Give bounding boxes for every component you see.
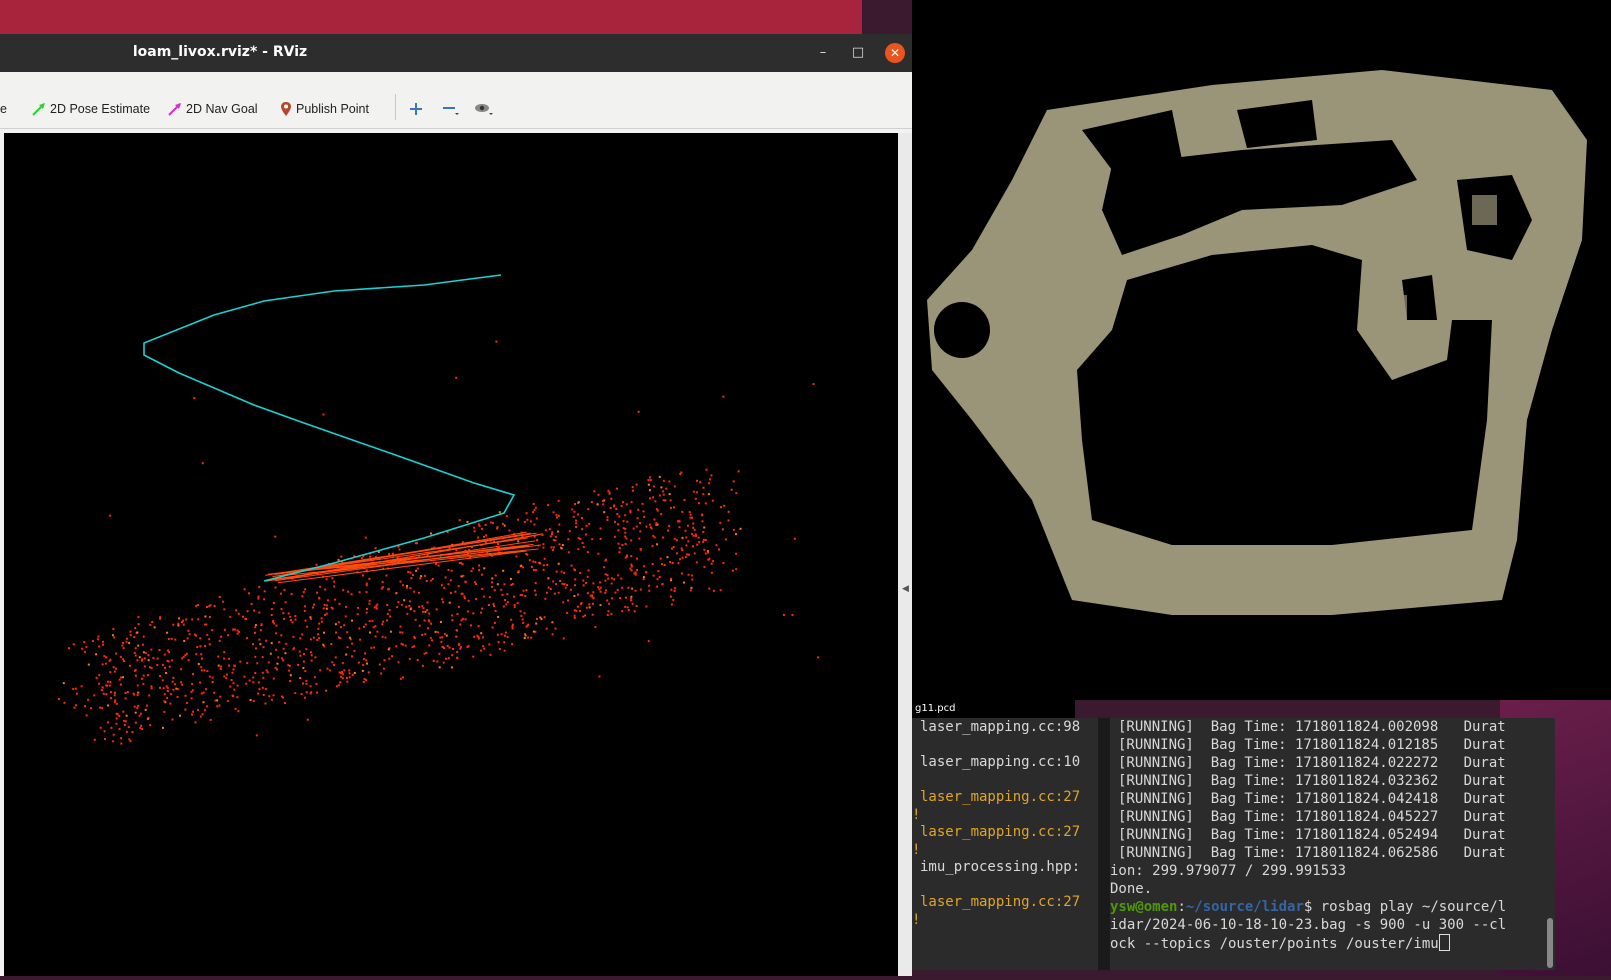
terminal-divider — [1098, 718, 1110, 970]
minimize-button[interactable]: – — [813, 43, 833, 63]
pose-estimate-tool[interactable]: 2D Pose Estimate — [32, 98, 150, 120]
map-pin-icon — [281, 102, 291, 116]
point-cloud-render — [57, 274, 820, 745]
maximize-button[interactable]: □ — [848, 43, 868, 63]
add-tool-button[interactable] — [409, 98, 423, 120]
nav-goal-tool[interactable]: 2D Nav Goal — [168, 98, 258, 120]
side-panel-strip[interactable] — [898, 133, 912, 976]
pose-estimate-label: 2D Pose Estimate — [50, 102, 151, 116]
terminal-left[interactable]: laser_mapping.cc:98 laser_mapping.cc:10 … — [912, 718, 1098, 970]
remove-tool-button[interactable] — [442, 98, 460, 120]
warning-mark: ! — [912, 912, 921, 928]
rosbag-status-line: [RUNNING] Bag Time: 1718011824.002098 Du… — [1118, 719, 1506, 735]
log-line: laser_mapping.cc:98 — [920, 719, 1081, 735]
warning-mark: ! — [912, 842, 921, 858]
command-continuation-last: ock --topics /ouster/points /ouster/imu — [1110, 934, 1450, 953]
minus-icon — [443, 107, 459, 115]
toolbar-partial-label: e — [0, 102, 7, 116]
publish-point-tool[interactable]: Publish Point — [280, 98, 369, 120]
green-arrow-icon — [32, 103, 45, 116]
publish-point-label: Publish Point — [296, 102, 369, 116]
rosbag-status-line: [RUNNING] Bag Time: 1718011824.042418 Du… — [1118, 791, 1506, 807]
rosbag-status-line: [RUNNING] Bag Time: 1718011824.052494 Du… — [1118, 827, 1506, 843]
log-line-warning: laser_mapping.cc:27 — [920, 789, 1081, 805]
prompt-path: ~/source/lidar — [1185, 899, 1304, 915]
close-icon: ✕ — [889, 46, 901, 60]
window-title: loam_livox.rviz* - RViz — [132, 44, 308, 60]
command-text-last: ock --topics /ouster/points /ouster/imu — [1110, 936, 1439, 952]
view-options-button[interactable] — [474, 98, 494, 120]
rviz-titlebar[interactable]: loam_livox.rviz* - RViz – □ ✕ — [0, 34, 912, 72]
scan-streaks — [265, 531, 543, 584]
terminal-right[interactable]: [RUNNING] Bag Time: 1718011824.002098 Du… — [1110, 718, 1555, 970]
prompt-line: ysw@omen:~/source/lidar$ rosbag play ~/s… — [1110, 898, 1506, 916]
scrollbar-thumb[interactable] — [1547, 918, 1553, 968]
rosbag-status-line: [RUNNING] Bag Time: 1718011824.045227 Du… — [1118, 809, 1506, 825]
plus-icon — [410, 103, 422, 115]
rosbag-status-line: [RUNNING] Bag Time: 1718011824.022272 Du… — [1118, 755, 1506, 771]
log-line: laser_mapping.cc:10 — [920, 754, 1081, 770]
map-render — [927, 70, 1587, 615]
prompt-separator: : — [1177, 899, 1186, 915]
eye-icon — [475, 104, 493, 115]
log-line-warning: laser_mapping.cc:27 — [920, 824, 1081, 840]
rosbag-status-line: [RUNNING] Bag Time: 1718011824.032362 Du… — [1118, 773, 1506, 789]
command-text: $ rosbag play ~/source/l — [1303, 899, 1507, 915]
rviz-window: loam_livox.rviz* - RViz – □ ✕ e 2D Pose … — [0, 34, 912, 976]
collapse-handle-icon[interactable]: ◀ — [902, 584, 909, 594]
rosbag-status-line: [RUNNING] Bag Time: 1718011824.012185 Du… — [1118, 737, 1506, 753]
log-line: imu_processing.hpp: — [920, 859, 1081, 875]
pcd-file-label: g11.pcd — [912, 700, 1075, 718]
rosbag-status-line: [RUNNING] Bag Time: 1718011824.062586 Du… — [1118, 845, 1506, 861]
toolbar-separator — [395, 94, 396, 120]
text-cursor — [1438, 934, 1450, 951]
command-continuation: idar/2024-06-10-18-10-23.bag -s 900 -u 3… — [1110, 917, 1507, 933]
log-line-warning: laser_mapping.cc:27 — [920, 894, 1081, 910]
toolbar-item-partial[interactable]: e — [0, 98, 7, 120]
magenta-arrow-icon — [168, 103, 181, 116]
warning-mark: ! — [912, 807, 921, 823]
rviz-toolbar: e 2D Pose Estimate 2D Nav Goal Publish P… — [0, 72, 912, 129]
desktop-background — [0, 0, 862, 34]
duration-line: ion: 299.979077 / 299.991533 — [1110, 863, 1347, 879]
nav-goal-label: 2D Nav Goal — [186, 102, 258, 116]
prompt-user: ysw@omen — [1110, 899, 1178, 915]
trajectory-path — [143, 274, 516, 582]
done-line: Done. — [1110, 881, 1153, 897]
lidar-points — [57, 340, 820, 745]
close-button[interactable]: ✕ — [885, 43, 905, 63]
3d-viewport[interactable] — [4, 133, 898, 976]
terminal-scrollbar[interactable] — [1546, 718, 1554, 970]
pcd-map-viewer[interactable] — [912, 0, 1611, 700]
